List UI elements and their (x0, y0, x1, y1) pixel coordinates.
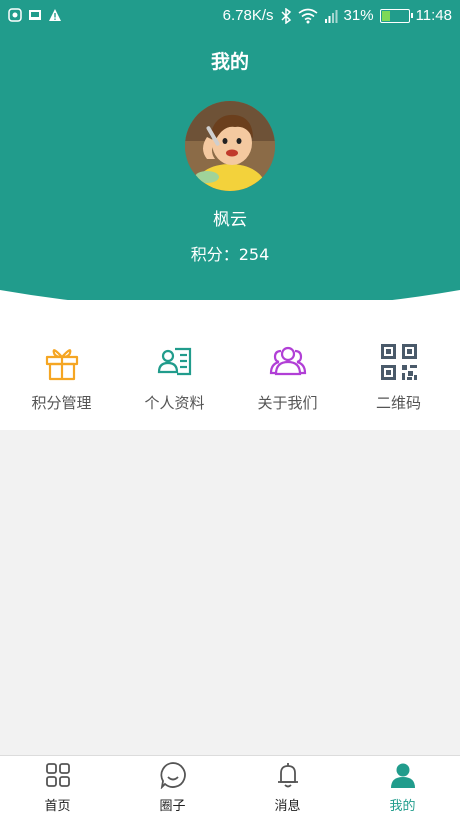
person-icon (390, 763, 415, 788)
nav-label-home: 首页 (44, 799, 71, 814)
bell-icon (277, 763, 298, 788)
menu-item-points[interactable]: 积分管理 (4, 342, 119, 422)
bluetooth-icon (281, 7, 291, 24)
nav-item-home[interactable]: 首页 (0, 761, 115, 817)
avatar[interactable] (185, 101, 275, 191)
network-speed: 6.78K/s (222, 7, 274, 24)
battery-level (381, 10, 391, 21)
menu-label-about: 关于我们 (257, 394, 318, 412)
username: 枫云 (213, 210, 247, 230)
status-icons-right: 6.78K/s 31% 11:48 (223, 7, 452, 24)
chat-bubble-icon (160, 762, 186, 789)
users-icon (269, 346, 306, 376)
nav-label-circle: 圈子 (159, 799, 186, 814)
nav-item-circle[interactable]: 圈子 (115, 761, 230, 817)
battery-percent: 31% (343, 7, 374, 24)
avatar-image (185, 101, 275, 191)
points-value: 积分：254 (190, 245, 270, 264)
profile-card-icon (157, 347, 191, 376)
quick-menu: 积分管理 个人资料 关于我们 二维码 (0, 300, 460, 430)
nav-item-messages[interactable]: 消息 (230, 761, 345, 817)
status-bar: 6.78K/s 31% 11:48 (0, 0, 460, 33)
bottom-nav: 首页 圈子 消息 我的 (0, 755, 460, 818)
menu-label-points: 积分管理 (31, 394, 92, 412)
wifi-icon (298, 8, 318, 23)
warning-icon (49, 9, 61, 21)
grid-icon (45, 763, 70, 787)
battery-icon (379, 8, 413, 23)
screen-icon (29, 10, 41, 20)
menu-item-qr-code[interactable]: 二维码 (341, 342, 456, 422)
nav-item-mine[interactable]: 我的 (345, 761, 460, 817)
menu-label-qr-code: 二维码 (375, 394, 421, 412)
nav-label-mine: 我的 (389, 799, 416, 814)
notification-icon (8, 8, 22, 22)
gift-icon (45, 349, 78, 381)
menu-label-profile: 个人资料 (144, 394, 205, 412)
page-title: 我的 (210, 51, 249, 73)
menu-item-profile[interactable]: 个人资料 (117, 342, 232, 422)
nav-label-messages: 消息 (274, 799, 301, 814)
status-icons-left (8, 8, 62, 22)
menu-item-about[interactable]: 关于我们 (230, 342, 345, 422)
qr-code-icon (380, 344, 417, 380)
clock: 11:48 (415, 7, 452, 24)
signal-icon (324, 9, 338, 23)
